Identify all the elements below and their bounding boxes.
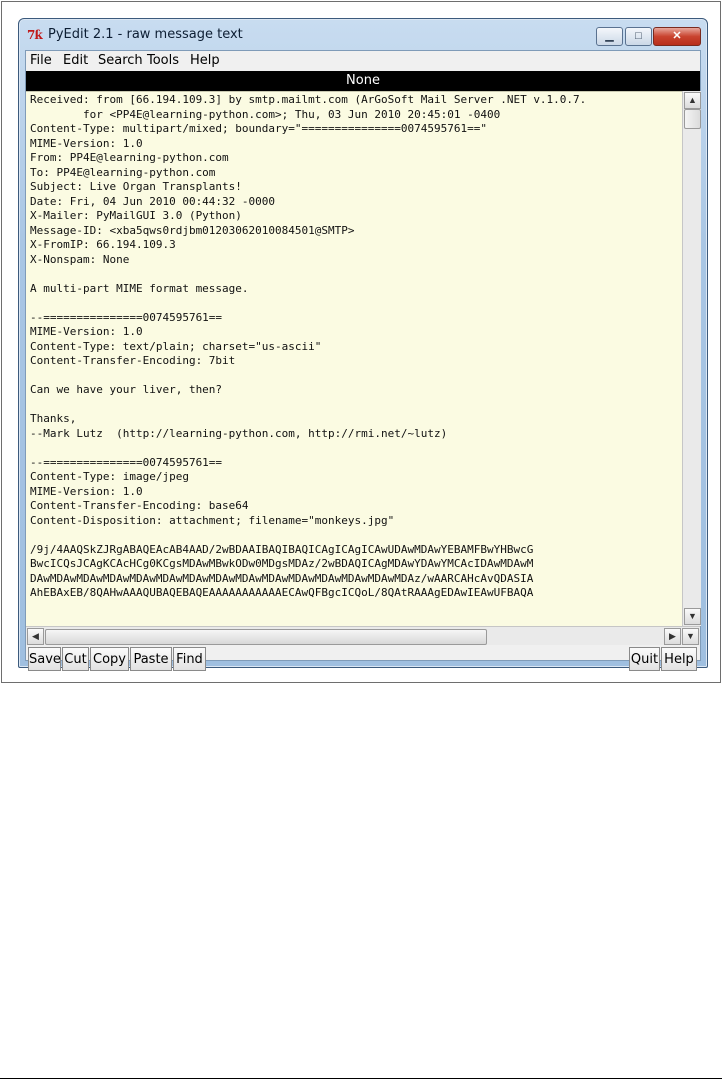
menu-help[interactable]: Help	[190, 53, 220, 68]
client-area: File Edit Search Tools Help None Receive…	[25, 50, 701, 671]
text-line: AhEBAxEB/8QAHwAAAQUBAQEBAQEAAAAAAAAAAAEC…	[30, 586, 534, 599]
scroll-down-corner-arrow-icon[interactable]: ▼	[682, 628, 699, 645]
scroll-up-arrow-icon[interactable]: ▲	[684, 92, 701, 109]
message-text-area[interactable]: Received: from [66.194.109.3] by smtp.ma…	[26, 91, 682, 627]
text-line: Subject: Live Organ Transplants!	[30, 180, 242, 193]
text-line: Date: Fri, 04 Jun 2010 00:44:32 -0000	[30, 194, 276, 208]
text-line: Content-Transfer-Encoding: 7bit	[30, 354, 236, 367]
title-bar[interactable]: 7ƙ PyEdit 2.1 - raw message text ▁ □ ✕	[19, 19, 707, 49]
scroll-left-arrow-icon[interactable]: ◀	[27, 628, 44, 645]
minimize-button[interactable]: ▁	[596, 27, 623, 46]
text-line: BwcICQsJCAgKCAcHCg0KCgsMDAwMBwkODw0MDgsM…	[30, 557, 534, 570]
find-button[interactable]: Find	[173, 647, 206, 671]
quit-button[interactable]: Quit	[629, 647, 660, 671]
text-line: Content-Transfer-Encoding: base64	[30, 499, 249, 512]
text-line: MIME-Version: 1.0	[30, 325, 143, 338]
menu-edit[interactable]: Edit	[63, 53, 88, 68]
text-line: From: PP4E@learning-python.com	[30, 151, 229, 164]
copy-button[interactable]: Copy	[90, 647, 129, 671]
cut-button[interactable]: Cut	[62, 647, 89, 671]
menu-tools[interactable]: Tools	[147, 53, 179, 68]
close-button[interactable]: ✕	[653, 27, 701, 46]
window-title: PyEdit 2.1 - raw message text	[48, 27, 243, 42]
text-line: Content-Type: text/plain; charset="us-as…	[30, 339, 322, 353]
text-line: Message-ID: <xba5qws0rdjbm01203062010084…	[30, 223, 355, 237]
text-line: for <PP4E@learning-python.com>; Thu, 03 …	[30, 107, 501, 121]
pyedit-app-icon: 7ƙ	[27, 28, 43, 42]
text-line: --===============0074595761==	[30, 310, 223, 324]
text-line: Thanks,	[30, 412, 77, 425]
text-line: DAwMDAwMDAwMDAwMDAwMDAwMDAwMDAwMDAwMDAwM…	[30, 571, 534, 585]
menu-file[interactable]: File	[30, 53, 52, 68]
text-line: A multi-part MIME format message.	[30, 281, 249, 295]
text-line: Content-Type: image/jpeg	[30, 470, 189, 483]
vertical-scroll-thumb[interactable]	[684, 109, 701, 129]
bottom-toolbar: Save Cut Copy Paste Find Quit Help	[26, 645, 700, 671]
help-button[interactable]: Help	[661, 647, 697, 671]
status-label: None	[26, 71, 700, 91]
screenshot-frame: 7ƙ PyEdit 2.1 - raw message text ▁ □ ✕ F…	[1, 1, 721, 683]
maximize-button[interactable]: □	[625, 27, 652, 46]
menu-bar: File Edit Search Tools Help	[26, 51, 700, 71]
text-line: X-Nonspam: None	[30, 252, 130, 266]
scroll-right-arrow-icon[interactable]: ▶	[664, 628, 681, 645]
page-bottom-rule	[0, 1078, 722, 1079]
text-line: X-FromIP: 66.194.109.3	[30, 238, 176, 251]
horizontal-scrollbar[interactable]: ◀ ▶ ▼	[26, 626, 700, 645]
scroll-down-arrow-icon[interactable]: ▼	[684, 608, 701, 625]
text-line: Content-Type: multipart/mixed; boundary=…	[30, 122, 487, 135]
text-line: Content-Disposition: attachment; filenam…	[30, 513, 395, 527]
text-line: X-Mailer: PyMailGUI 3.0 (Python)	[30, 209, 242, 222]
save-button[interactable]: Save	[28, 647, 61, 671]
paste-button[interactable]: Paste	[130, 647, 172, 671]
text-line: To: PP4E@learning-python.com	[30, 165, 216, 179]
pyedit-window: 7ƙ PyEdit 2.1 - raw message text ▁ □ ✕ F…	[18, 18, 708, 671]
text-line: MIME-Version: 1.0	[30, 136, 143, 150]
menu-search[interactable]: Search	[98, 53, 143, 68]
vertical-scrollbar[interactable]: ▲ ▼	[682, 91, 701, 626]
text-line: /9j/4AAQSkZJRgABAQEAcAB4AAD/2wBDAAIBAQIB…	[30, 542, 534, 556]
text-line: --Mark Lutz (http://learning-python.com,…	[30, 426, 448, 440]
horizontal-scroll-thumb[interactable]	[45, 629, 487, 645]
text-line: Can we have your liver, then?	[30, 383, 223, 396]
text-line: MIME-Version: 1.0	[30, 484, 143, 498]
text-line: --===============0074595761==	[30, 455, 223, 469]
text-line: Received: from [66.194.109.3] by smtp.ma…	[30, 93, 587, 106]
